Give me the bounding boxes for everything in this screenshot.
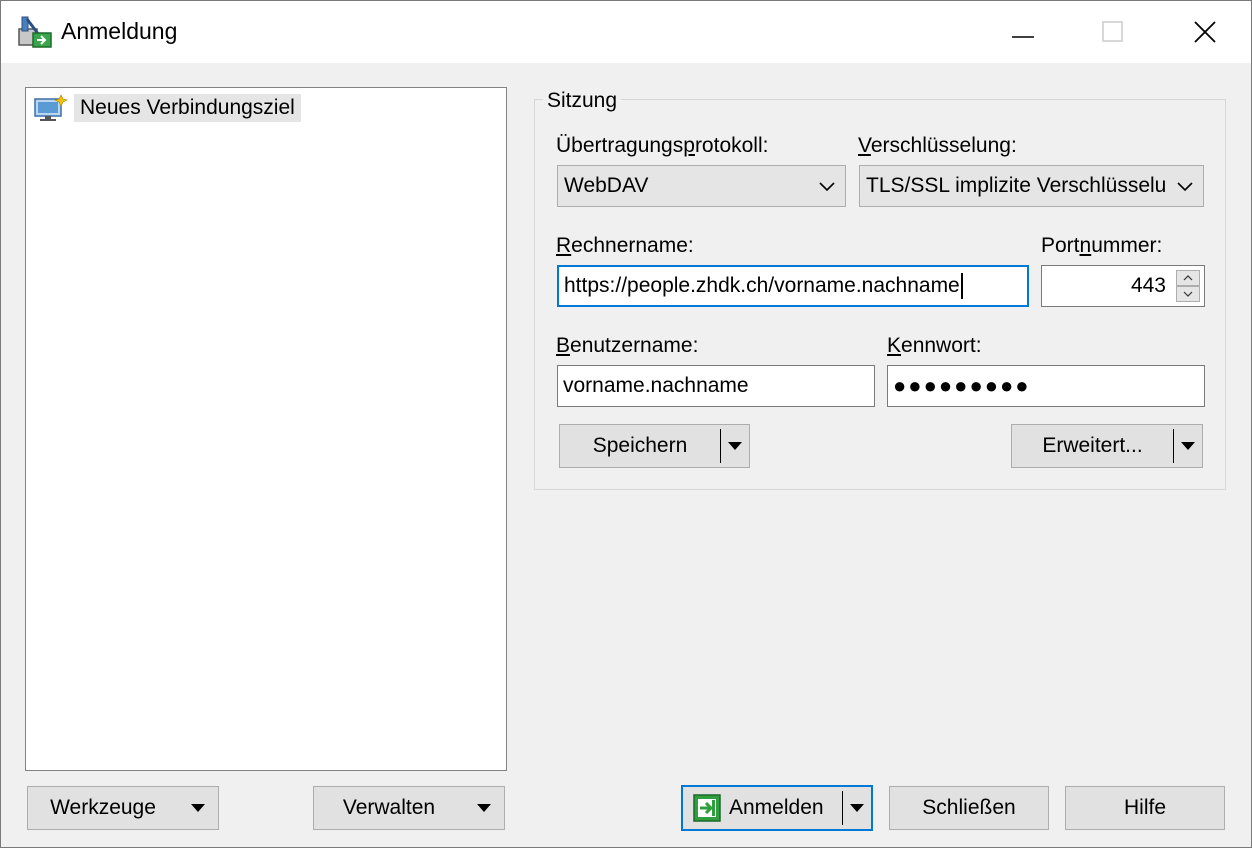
close-icon (1194, 21, 1216, 43)
title-bar: Anmeldung (1, 1, 1251, 63)
help-button[interactable]: Hilfe (1065, 786, 1225, 830)
close-button-label: Schließen (922, 796, 1016, 819)
caret-down-icon (728, 442, 742, 450)
protocol-label: Übertragungsprotokoll: (556, 134, 769, 157)
site-tree[interactable]: Neues Verbindungsziel (25, 87, 507, 771)
encryption-label: Verschlüsselung: (858, 134, 1017, 157)
spin-down-button[interactable] (1176, 286, 1200, 302)
chevron-down-icon (1177, 182, 1193, 192)
chevron-up-icon (1183, 275, 1193, 281)
chevron-down-icon (819, 182, 835, 192)
save-dropdown-arrow[interactable] (721, 441, 749, 451)
port-input[interactable]: 443 (1041, 265, 1205, 307)
protocol-value: WebDAV (564, 174, 649, 197)
host-label: Rechnername: (556, 234, 694, 257)
advanced-button[interactable]: Erweitert... (1011, 424, 1203, 468)
caret-down-icon (1181, 442, 1195, 450)
manage-dropdown-arrow (464, 803, 504, 813)
tools-button-label: Werkzeuge (50, 796, 156, 819)
encryption-select[interactable]: TLS/SSL implizite Verschlüsselung (859, 165, 1204, 207)
username-value: vorname.nachname (563, 374, 749, 397)
encryption-value: TLS/SSL implizite Verschlüsselung (866, 174, 1167, 197)
spin-up-button[interactable] (1176, 270, 1200, 286)
password-input[interactable]: ●●●●●●●●● (887, 365, 1205, 407)
port-label: Portnummer: (1041, 234, 1163, 257)
window-title: Anmeldung (61, 18, 178, 44)
tools-dropdown-arrow (178, 803, 218, 813)
app-icon (18, 16, 52, 48)
password-value: ●●●●●●●●● (893, 373, 1031, 398)
maximize-icon (1102, 21, 1123, 42)
port-value: 443 (1130, 274, 1166, 297)
host-value: https://people.zhdk.ch/vorname.nachname (564, 274, 960, 297)
password-label: Kennwort: (887, 334, 982, 357)
port-spinner[interactable] (1176, 270, 1200, 302)
help-button-label: Hilfe (1123, 796, 1166, 819)
advanced-button-label: Erweitert... (1042, 434, 1143, 457)
tree-item-new-site[interactable]: Neues Verbindungsziel (32, 92, 301, 124)
login-icon (693, 794, 721, 822)
save-button-label: Speichern (592, 434, 688, 457)
protocol-select[interactable]: WebDAV (557, 165, 846, 207)
save-button[interactable]: Speichern (559, 424, 750, 468)
login-dialog: Anmeldung Neues Verbindungsziel Sitzung … (0, 0, 1252, 848)
manage-button[interactable]: Verwalten (313, 786, 505, 830)
login-button-label: Anmelden (729, 796, 824, 819)
caret-down-icon (850, 804, 864, 812)
login-dropdown-arrow[interactable] (843, 803, 871, 813)
tree-item-label: Neues Verbindungsziel (74, 94, 301, 122)
manage-button-label: Verwalten (342, 796, 436, 819)
minimize-button[interactable] (977, 1, 1069, 63)
caret-down-icon (477, 804, 491, 812)
username-label: Benutzername: (556, 334, 699, 357)
close-window-button[interactable] (1159, 1, 1251, 63)
tools-button[interactable]: Werkzeuge (27, 786, 219, 830)
minimize-icon (1012, 36, 1034, 38)
maximize-button[interactable] (1067, 1, 1159, 63)
chevron-down-icon (1183, 291, 1193, 297)
host-input[interactable]: https://people.zhdk.ch/vorname.nachname (557, 265, 1029, 307)
advanced-dropdown-arrow[interactable] (1174, 441, 1202, 451)
new-site-icon (34, 94, 68, 121)
login-button[interactable]: Anmelden (681, 785, 873, 831)
caret-down-icon (191, 804, 205, 812)
username-input[interactable]: vorname.nachname (557, 365, 875, 407)
text-caret (960, 273, 963, 299)
session-group-title: Sitzung (543, 89, 622, 113)
close-button[interactable]: Schließen (889, 786, 1049, 830)
